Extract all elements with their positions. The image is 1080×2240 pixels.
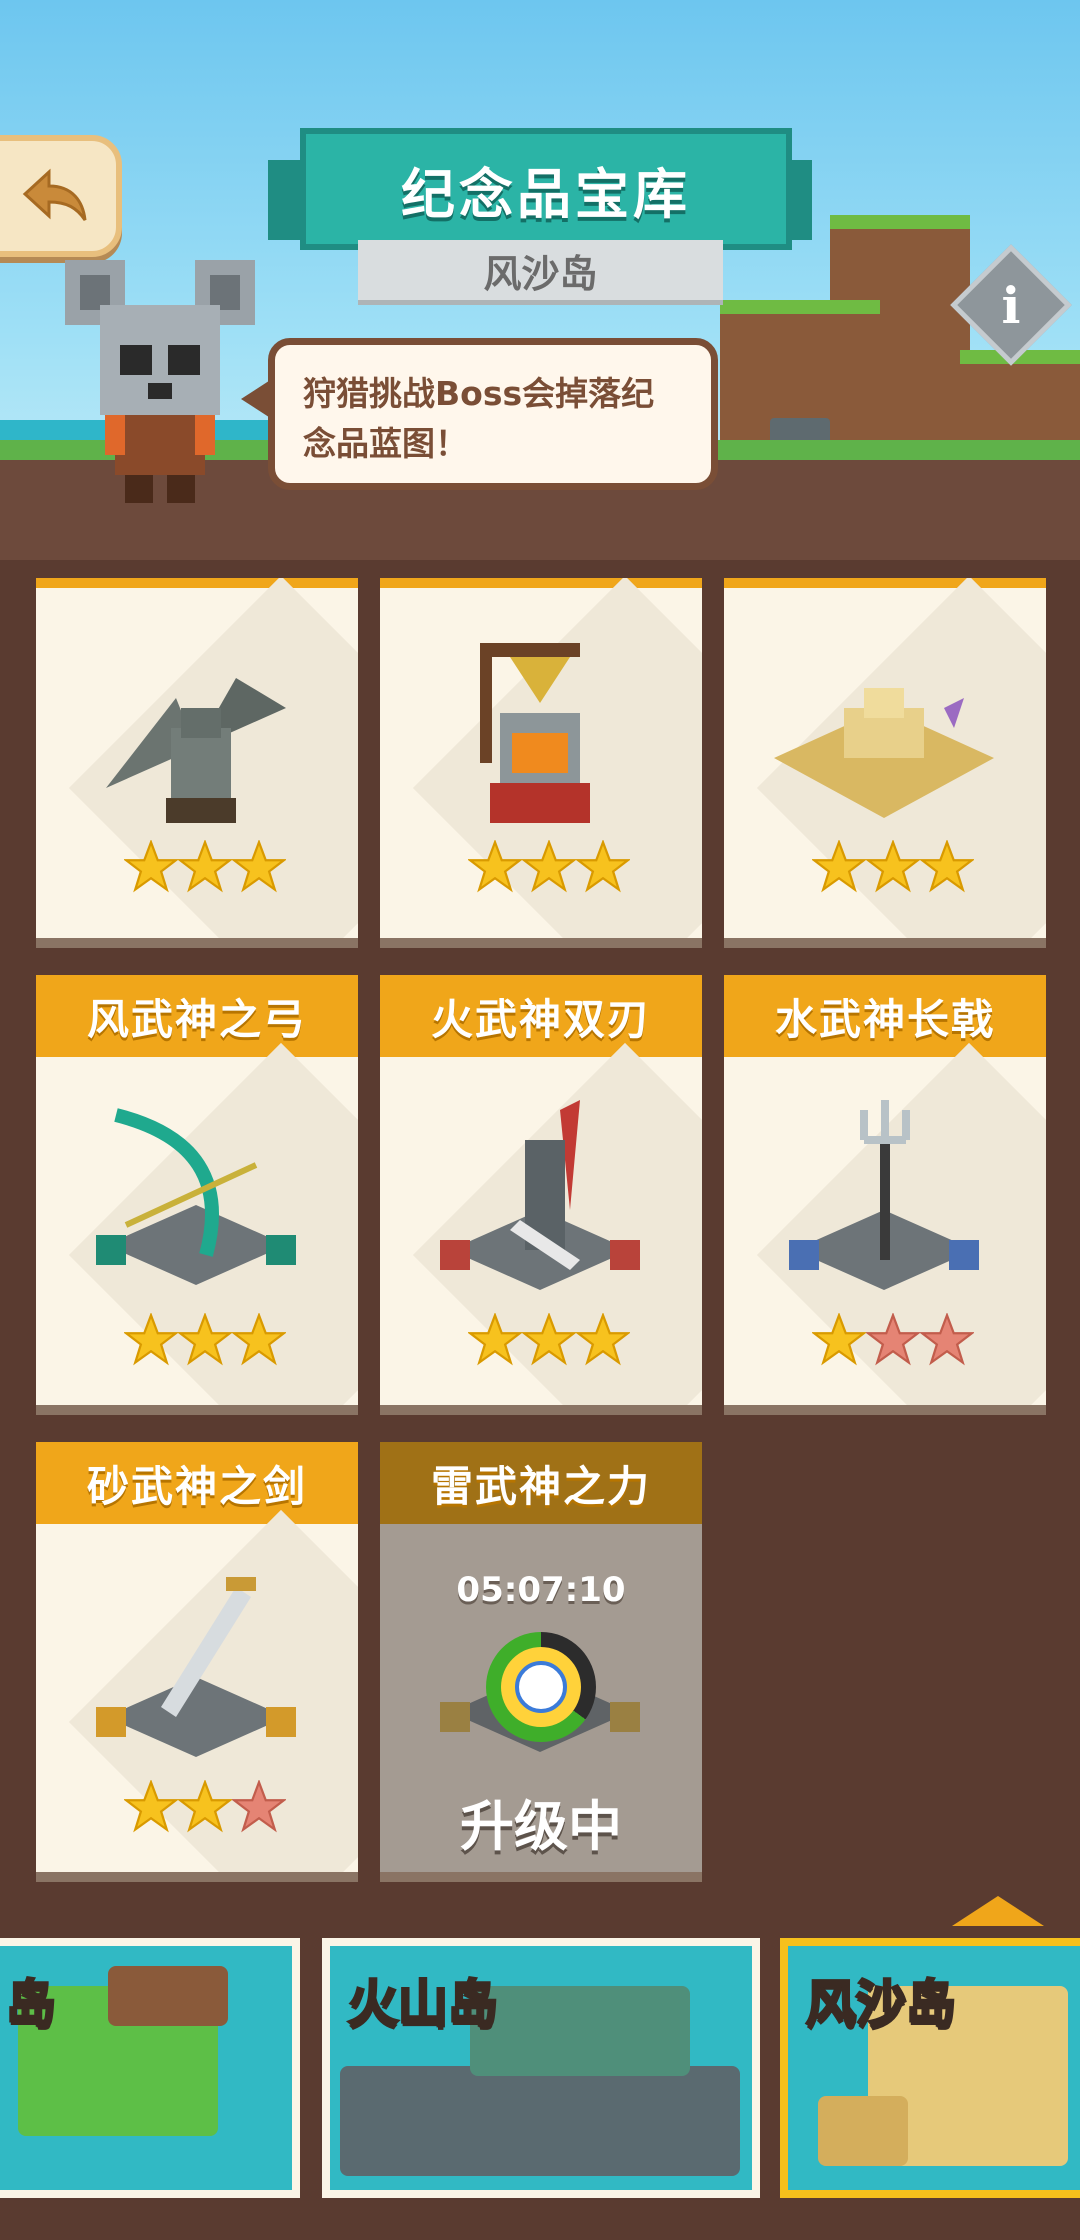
souvenir-card-sand-sword[interactable]: 砂武神之剑	[36, 1442, 358, 1872]
star-filled-icon	[576, 1313, 630, 1366]
star-rating	[468, 1313, 630, 1367]
island-label: 岛	[5, 1974, 58, 2035]
star-rating	[124, 1780, 286, 1834]
upgrading-label: 升级中	[460, 1795, 622, 1858]
star-rating	[124, 840, 286, 894]
star-filled-icon	[812, 840, 866, 893]
souvenir-card[interactable]	[724, 578, 1046, 938]
star-filled-icon	[522, 1313, 576, 1366]
star-filled-icon	[468, 1313, 522, 1366]
back-button[interactable]	[0, 135, 122, 257]
wind-bow-icon	[96, 1108, 296, 1285]
star-filled-icon	[866, 840, 920, 893]
star-filled-icon	[178, 840, 232, 893]
card-header: 风武神之弓	[36, 975, 358, 1057]
pumpkin-knight-totem-icon	[480, 643, 590, 823]
upgrade-timer: 05:07:10	[456, 1570, 626, 1610]
star-filled-icon	[920, 840, 974, 893]
sand-sword-icon	[96, 1577, 296, 1757]
card-header	[36, 578, 358, 588]
star-rating	[468, 840, 630, 894]
souvenir-card-thunder-power[interactable]: 雷武神之力 05:07:10 升级中	[380, 1442, 702, 1872]
info-icon[interactable]: i	[968, 262, 1054, 348]
trident-icon	[789, 1100, 979, 1290]
card-header: 雷武神之力	[380, 1442, 702, 1524]
star-rating	[812, 840, 974, 894]
star-rating	[812, 1313, 974, 1367]
souvenir-card[interactable]	[36, 578, 358, 938]
card-header	[380, 578, 702, 588]
star-rating	[124, 1313, 286, 1367]
star-filled-icon	[124, 840, 178, 893]
star-filled-icon	[178, 1313, 232, 1366]
star-filled-icon	[124, 1313, 178, 1366]
star-empty-icon	[866, 1313, 920, 1366]
star-filled-icon	[576, 840, 630, 893]
island-label: 火山岛	[347, 1974, 500, 2035]
selected-caret-icon	[952, 1896, 1044, 1926]
card-header	[724, 578, 1046, 588]
island-map: 岛	[0, 1946, 292, 2190]
island-map: 火山岛	[330, 1946, 752, 2190]
star-filled-icon	[522, 840, 576, 893]
clock-icon	[486, 1632, 596, 1742]
card-header: 水武神长戟	[724, 975, 1046, 1057]
star-empty-icon	[920, 1313, 974, 1366]
sand-castle-icon	[774, 688, 994, 818]
page-title: 纪念品宝库	[401, 162, 691, 226]
island-tab[interactable]: 岛	[0, 1938, 300, 2198]
hint-bubble: 狩猎挑战Boss会掉落纪念品蓝图！	[241, 338, 718, 490]
star-empty-icon	[232, 1780, 286, 1833]
star-filled-icon	[232, 840, 286, 893]
fire-blades-icon	[440, 1100, 640, 1290]
star-filled-icon	[178, 1780, 232, 1833]
card-header: 砂武神之剑	[36, 1442, 358, 1524]
souvenir-card-fire-blades[interactable]: 火武神双刃	[380, 975, 702, 1405]
island-map: 风沙岛	[788, 1946, 1080, 2190]
star-filled-icon	[468, 840, 522, 893]
island-label: 风沙岛	[805, 1974, 958, 2035]
star-filled-icon	[124, 1780, 178, 1833]
island-tab-volcano[interactable]: 火山岛	[322, 1938, 760, 2198]
souvenir-card-trident[interactable]: 水武神长戟	[724, 975, 1046, 1405]
island-tab-sandstorm[interactable]: 风沙岛	[780, 1938, 1080, 2198]
title-ribbon: 纪念品宝库	[300, 128, 792, 250]
star-filled-icon	[812, 1313, 866, 1366]
card-header: 火武神双刃	[380, 975, 702, 1057]
gargoyle-statue-icon	[106, 678, 286, 823]
rabbit-mascot	[65, 260, 255, 503]
souvenir-card-wind-bow[interactable]: 风武神之弓	[36, 975, 358, 1405]
star-filled-icon	[232, 1313, 286, 1366]
island-subtitle: 风沙岛	[358, 240, 723, 305]
souvenir-card[interactable]	[380, 578, 702, 938]
back-arrow-icon	[22, 168, 87, 221]
